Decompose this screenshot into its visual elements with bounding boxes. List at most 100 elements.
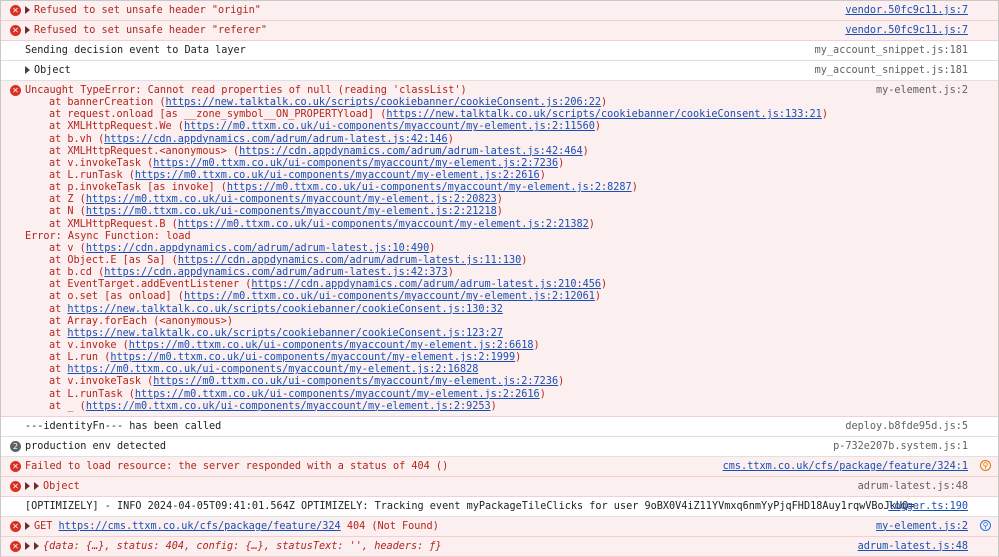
frame-function: at L.runTask ( <box>49 169 135 181</box>
frame-suffix: ) <box>515 352 522 364</box>
source-link[interactable]: my-element.js:2 <box>876 85 968 97</box>
error-circle-icon: ✕ <box>10 25 21 36</box>
source-link[interactable]: cms.ttxm.co.uk/cfs/package/feature/324:1 <box>723 461 968 473</box>
expand-triangle-icon[interactable] <box>25 6 30 14</box>
expand-triangle-icon[interactable] <box>34 541 39 550</box>
frame-url-link[interactable]: https://new.talktalk.co.uk/scripts/cooki… <box>386 109 821 120</box>
message-text: ---identityFn--- has been called <box>25 421 221 433</box>
frame-url-link[interactable]: https://cdn.appdynamics.com/adrum/adrum-… <box>86 243 429 254</box>
frame-suffix: ) <box>601 279 608 291</box>
frame-function: at b.cd ( <box>49 267 105 279</box>
expand-triangle-icon[interactable] <box>34 481 39 490</box>
network-error-message[interactable]: ✕ GET https://cms.ttxm.co.uk/cfs/package/… <box>1 516 998 537</box>
frame-suffix: ) <box>447 133 454 145</box>
frame-function: at Object.E [as Sa] ( <box>49 254 178 266</box>
network-icon[interactable]: ⚲ <box>980 519 991 531</box>
source-link[interactable]: deploy.b8fde95d.js:5 <box>845 421 968 433</box>
stack-frame: at p.invokeTask [as invoke] (https://m0.… <box>25 182 828 194</box>
frame-url-link[interactable]: https://m0.ttxm.co.uk/ui-components/myac… <box>227 182 632 193</box>
console-message: 2 production env detected p-732e207b.syste… <box>1 437 998 457</box>
frame-url-link[interactable]: https://cdn.appdynamics.com/adrum/adrum-… <box>104 267 447 278</box>
error-circle-icon: ✕ <box>10 480 21 492</box>
source-link[interactable]: my_account_snippet.js:181 <box>815 65 968 77</box>
console-message[interactable]: Object my_account_snippet.js:181 <box>1 61 998 81</box>
stack-frame: at L.runTask (https://m0.ttxm.co.uk/ui-c… <box>25 170 828 182</box>
message-text: Refused to set unsafe header "origin" <box>25 5 261 17</box>
frame-url-link[interactable]: https://m0.ttxm.co.uk/ui-components/myac… <box>178 219 589 230</box>
frame-url-link[interactable]: https://cdn.appdynamics.com/adrum/adrum-… <box>104 134 447 145</box>
request-url-link[interactable]: https://cms.ttxm.co.uk/cfs/package/featu… <box>59 521 341 532</box>
source-link[interactable]: adrum-latest.js:48 <box>858 541 968 553</box>
frame-url-link[interactable]: https://m0.ttxm.co.uk/ui-components/myac… <box>153 376 558 387</box>
error-circle-icon: ✕ <box>10 540 21 552</box>
message-content: Refused to set unsafe header "referer" <box>34 25 268 36</box>
source-link[interactable]: vendor.50fc9c11.js:7 <box>845 25 968 37</box>
frame-suffix: ) <box>429 242 436 254</box>
source-link[interactable]: my_account_snippet.js:181 <box>815 45 968 57</box>
error-circle-icon: ✕ <box>10 520 21 532</box>
stack-frame: at v.invoke (https://m0.ttxm.co.uk/ui-co… <box>25 340 828 352</box>
source-link[interactable]: logger.ts:190 <box>888 501 968 513</box>
frame-function: at <box>49 303 68 315</box>
frame-url-link[interactable]: https://m0.ttxm.co.uk/ui-components/myac… <box>110 352 515 363</box>
expand-triangle-icon[interactable] <box>25 26 30 34</box>
console-message: ---identityFn--- has been called deploy.b… <box>1 417 998 437</box>
frame-function: at N ( <box>49 206 86 218</box>
expand-triangle-icon[interactable] <box>25 481 30 490</box>
message-content: ---identityFn--- has been called <box>25 420 222 432</box>
frame-url-link[interactable]: https://m0.ttxm.co.uk/ui-components/myac… <box>184 291 595 302</box>
frame-url-link[interactable]: https://new.talktalk.co.uk/scripts/cooki… <box>166 97 601 108</box>
message-text: production env detected <box>25 441 166 453</box>
message-text: [OPTIMIZELY] - INFO 2024-04-05T09:41:01.… <box>25 501 920 513</box>
console-message: [OPTIMIZELY] - INFO 2024-04-05T09:41:01.… <box>1 497 998 517</box>
expand-triangle-icon[interactable] <box>25 541 30 550</box>
frame-url-link[interactable]: https://m0.ttxm.co.uk/ui-components/myac… <box>184 121 595 132</box>
frame-url-link[interactable]: https://m0.ttxm.co.uk/ui-components/myac… <box>135 389 540 400</box>
console-panel: ✕ Refused to set unsafe header "origin" ve… <box>1 1 998 557</box>
frame-function: at <box>49 364 68 376</box>
frame-url-link[interactable]: https://m0.ttxm.co.uk/ui-components/myac… <box>129 340 534 351</box>
console-message[interactable]: ✕ Refused to set unsafe header "origin" ve… <box>1 1 998 21</box>
frame-suffix: ) <box>490 400 497 412</box>
source-link[interactable]: vendor.50fc9c11.js:7 <box>845 5 968 17</box>
frame-suffix: ) <box>496 194 503 206</box>
frame-url-link[interactable]: https://cdn.appdynamics.com/adrum/adrum-… <box>239 146 582 157</box>
stack-frame: at v (https://cdn.appdynamics.com/adrum/… <box>25 243 828 255</box>
message-content: Object <box>34 65 71 76</box>
frame-suffix: ) <box>447 267 454 279</box>
message-text: Refused to set unsafe header "referer" <box>25 25 267 37</box>
frame-url-link[interactable]: https://m0.ttxm.co.uk/ui-components/myac… <box>86 194 497 205</box>
error-circle-icon: ✕ <box>10 5 21 16</box>
stack-frame: at https://new.talktalk.co.uk/scripts/co… <box>25 328 828 340</box>
message-text: Object <box>25 65 71 77</box>
frame-suffix: ) <box>601 97 608 109</box>
network-icon[interactable]: ⚲ <box>980 459 991 471</box>
frame-url-link[interactable]: https://cdn.appdynamics.com/adrum/adrum-… <box>251 279 601 290</box>
frame-function: at XMLHttpRequest.B ( <box>49 218 178 230</box>
frame-url-link[interactable]: https://new.talktalk.co.uk/scripts/cooki… <box>67 328 502 339</box>
frame-url-link[interactable]: https://m0.ttxm.co.uk/ui-components/myac… <box>67 364 478 375</box>
source-link[interactable]: adrum-latest.js:48 <box>858 481 968 493</box>
stack-frame: at b.cd (https://cdn.appdynamics.com/adr… <box>25 267 828 279</box>
source-link[interactable]: p-732e207b.system.js:1 <box>833 441 968 453</box>
frame-url-link[interactable]: https://m0.ttxm.co.uk/ui-components/myac… <box>153 158 558 169</box>
response-object-message[interactable]: ✕ {data: {…}, status: 404, config: {…}, s… <box>1 536 998 557</box>
frame-url-link[interactable]: https://m0.ttxm.co.uk/ui-components/myac… <box>86 206 497 217</box>
frame-function: at <box>49 327 68 339</box>
stack-frame: at v.invokeTask (https://m0.ttxm.co.uk/u… <box>25 376 828 388</box>
frame-url-link[interactable]: https://m0.ttxm.co.uk/ui-components/myac… <box>135 170 540 181</box>
frame-url-link[interactable]: https://new.talktalk.co.uk/scripts/cooki… <box>67 304 502 315</box>
frame-url-link[interactable]: https://cdn.appdynamics.com/adrum/adrum-… <box>178 255 521 266</box>
console-message[interactable]: ✕ Object adrum-latest.js:48 <box>1 476 998 497</box>
frame-function: at Array.forEach (<anonymous>) <box>49 315 234 327</box>
expand-triangle-icon[interactable] <box>25 521 30 530</box>
stack-frame: at EventTarget.addEventListener (https:/… <box>25 279 828 291</box>
frame-url-link[interactable]: https://m0.ttxm.co.uk/ui-components/myac… <box>86 401 491 412</box>
stack-frame: at https://m0.ttxm.co.uk/ui-components/m… <box>25 364 828 376</box>
source-link[interactable]: my-element.js:2 <box>876 521 968 533</box>
expand-triangle-icon[interactable] <box>25 66 30 74</box>
object-preview: {data: {…}, status: 404, config: {…}, st… <box>43 540 442 552</box>
stack-frame: at bannerCreation (https://new.talktalk.… <box>25 97 828 109</box>
console-message[interactable]: ✕ Refused to set unsafe header "referer" v… <box>1 21 998 41</box>
stack-frame: at request.onload [as __zone_symbol__ON_… <box>25 109 828 121</box>
